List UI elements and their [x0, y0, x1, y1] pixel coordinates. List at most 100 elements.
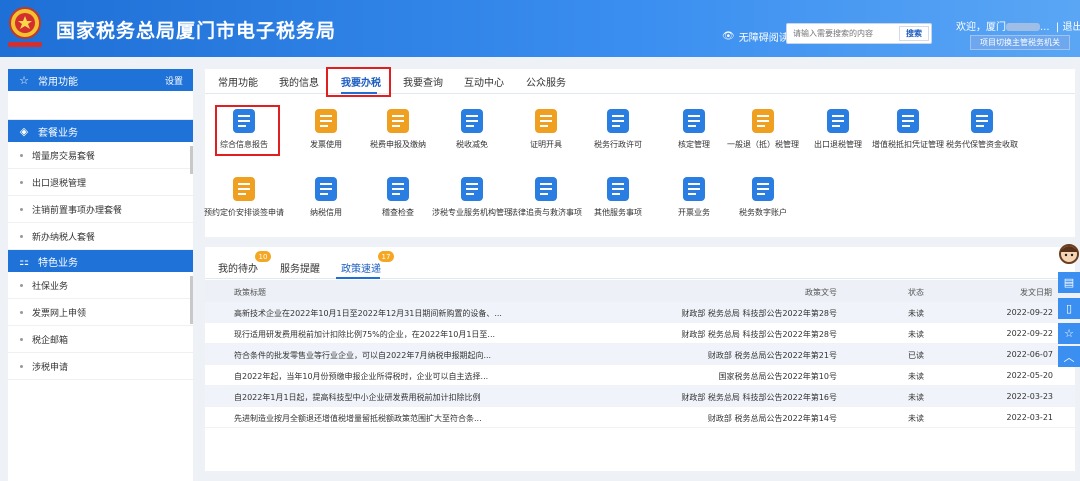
function-label: 税收减免 — [456, 140, 488, 149]
table-row[interactable]: 现行适用研发费用税前加计扣除比例75%的企业，在2022年10月1日至... 财政… — [205, 323, 1075, 344]
star-icon: ☆ — [19, 73, 29, 87]
tab-policy-express-label: 政策速递 — [341, 264, 381, 275]
function-label: 开票业务 — [678, 208, 710, 217]
document-float-icon[interactable]: ▤ — [1058, 272, 1080, 293]
table-row[interactable]: 自2022年1月1日起，提高科技型中小企业研发费用税前加计扣除比例 财政部 税务总… — [205, 386, 1075, 407]
function-label: 发票使用 — [310, 140, 342, 149]
function-label: 税务行政许可 — [594, 140, 642, 149]
tab-interaction[interactable]: 互动中心 — [464, 74, 504, 89]
function-item[interactable]: 稽查检查 — [358, 174, 438, 232]
tab-my-todo[interactable]: 我的待办 10 — [218, 251, 271, 275]
lower-tabs: 我的待办 10 服务提醒 政策速递 17 — [205, 247, 1075, 279]
agency-icon — [461, 177, 483, 201]
welcome-suffix: ... — [1040, 22, 1050, 33]
table-row[interactable]: 自2022年起，当年10月份预缴申报企业所得税时，企业可以自主选择... 国家税务… — [205, 365, 1075, 386]
col-title: 政策标题 — [234, 288, 266, 297]
sidebar-item[interactable]: 税企邮箱 — [8, 326, 193, 353]
function-item[interactable]: 其他服务事项 — [578, 174, 658, 232]
table-row[interactable]: 符合条件的批发零售业等行业企业，可以自2022年7月纳税申报期起向... 财政部 … — [205, 344, 1075, 365]
policy-date-cell: 2022-09-22 — [1006, 329, 1054, 338]
legal-icon — [535, 177, 557, 201]
common-list-empty — [8, 91, 193, 120]
function-label: 出口退税管理 — [814, 140, 862, 149]
back-to-top-icon[interactable]: ︿ — [1058, 346, 1080, 367]
credit-icon — [315, 177, 337, 201]
billing-icon — [683, 177, 705, 201]
function-item[interactable]: 出口退税管理 — [798, 106, 878, 164]
function-label: 税费申报及缴纳 — [370, 140, 426, 149]
function-item[interactable]: 税收减免 — [432, 106, 512, 164]
function-label: 其他服务事项 — [594, 208, 642, 217]
sidebar-item[interactable]: 出口退税管理 — [8, 169, 193, 196]
policy-title-cell[interactable]: 高新技术企业在2022年10月1日至2022年12月31日期间新购置的设备、..… — [234, 308, 502, 319]
sidebar-special-header[interactable]: ⚏ 特色业务 — [8, 250, 193, 272]
accessibility-link[interactable]: 👁 无障碍阅读 — [722, 29, 789, 44]
logout-link[interactable]: 退出 — [1062, 22, 1080, 33]
function-item[interactable]: 法律追责与救济事项 — [506, 174, 586, 232]
switch-tax-office-button[interactable]: 项目切换主管税务机关 — [970, 35, 1070, 50]
table-row[interactable]: 先进制造业按月全额退还增值税增量留抵税额政策范围扩大至符合条... 财政部 税务总… — [205, 407, 1075, 428]
header-bar: 国家税务总局厦门市电子税务局 👁 无障碍阅读 搜索 欢迎，厦门... | 退出 … — [0, 0, 1080, 57]
function-item[interactable]: 开票业务 — [654, 174, 734, 232]
declare-icon — [387, 109, 409, 133]
sidebar-item[interactable]: 注销前置事项办理套餐 — [8, 196, 193, 223]
function-item[interactable]: 税费申报及缴纳 — [358, 106, 438, 164]
policy-title-cell[interactable]: 自2022年起，当年10月份预缴申报企业所得税时，企业可以自主选择... — [234, 371, 488, 382]
package-scrollbar[interactable] — [190, 146, 193, 174]
policy-title-cell[interactable]: 自2022年1月1日起，提高科技型中小企业研发费用税前加计扣除比例 — [234, 392, 481, 403]
function-item[interactable]: 发票使用 — [286, 106, 366, 164]
policy-title-cell[interactable]: 现行适用研发费用税前加计扣除比例75%的企业，在2022年10月1日至... — [234, 329, 495, 340]
sidebar-common-header[interactable]: ☆ 常用功能 设置 — [8, 69, 193, 91]
function-label: 涉税专业服务机构管理 — [432, 208, 512, 217]
assistant-avatar-icon[interactable] — [1058, 242, 1080, 270]
function-label: 证明开具 — [530, 140, 562, 149]
function-item[interactable]: 核定管理 — [654, 106, 734, 164]
star-float-icon[interactable]: ☆ — [1058, 323, 1080, 344]
sidebar-special-title: 特色业务 — [38, 257, 78, 269]
site-title: 国家税务总局厦门市电子税务局 — [56, 20, 337, 42]
policy-status-cell: 未读 — [908, 309, 924, 318]
tab-query[interactable]: 我要查询 — [403, 74, 443, 89]
settings-link[interactable]: 设置 — [165, 74, 183, 87]
function-item[interactable]: 税务代保管资金收取 — [942, 106, 1022, 164]
sidebar-package-header[interactable]: ◈ 套餐业务 — [8, 120, 193, 142]
tab-my-info[interactable]: 我的信息 — [279, 74, 319, 89]
grid-icon: ⚏ — [19, 254, 29, 268]
accessibility-label: 无障碍阅读 — [738, 33, 789, 44]
sidebar-item[interactable]: 涉税申请 — [8, 353, 193, 380]
search-input[interactable] — [787, 24, 898, 43]
search-button[interactable]: 搜索 — [899, 26, 929, 41]
table-row[interactable]: 高新技术企业在2022年10月1日至2022年12月31日期间新购置的设备、..… — [205, 302, 1075, 323]
sidebar-item[interactable]: 发票网上申领 — [8, 299, 193, 326]
policy-title-cell[interactable]: 先进制造业按月全额退还增值税增量留抵税额政策范围扩大至符合条... — [234, 413, 482, 424]
tab-service-reminder[interactable]: 服务提醒 — [280, 260, 320, 275]
function-item[interactable]: 证明开具 — [506, 106, 586, 164]
function-item[interactable]: 税务行政许可 — [578, 106, 658, 164]
policy-doc-cell: 财政部 税务总局 科技部公告2022年第16号 — [681, 393, 837, 402]
col-status: 状态 — [908, 288, 924, 297]
function-item[interactable]: 增值税抵扣凭证管理 — [868, 106, 948, 164]
function-item[interactable]: 纳税信用 — [286, 174, 366, 232]
sidebar-item[interactable]: 增量房交易套餐 — [8, 142, 193, 169]
tab-common[interactable]: 常用功能 — [218, 74, 258, 89]
tab-public-service[interactable]: 公众服务 — [526, 74, 566, 89]
function-item[interactable]: 一般退（抵）税管理 — [723, 106, 803, 164]
function-label: 稽查检查 — [382, 208, 414, 217]
book-float-icon[interactable]: ▯ — [1058, 298, 1080, 319]
info-panel: 我的待办 10 服务提醒 政策速递 17 政策标题 政策文号 状态 发文日期 高新技… — [205, 247, 1075, 471]
policy-title-cell[interactable]: 符合条件的批发零售业等行业企业，可以自2022年7月纳税申报期起向... — [234, 350, 491, 361]
sidebar-item[interactable]: 新办纳税人套餐 — [8, 223, 193, 250]
sidebar-item[interactable]: 社保业务 — [8, 272, 193, 299]
welcome-text: 欢迎，厦门... | 退出 — [956, 18, 1080, 33]
search-box: 搜索 — [786, 23, 932, 44]
function-item[interactable]: 预约定价安排谈签申请 — [204, 174, 284, 232]
function-item[interactable]: 税务数字账户 — [723, 174, 803, 232]
special-scrollbar[interactable] — [190, 276, 193, 324]
relief-icon — [461, 109, 483, 133]
tab-policy-express[interactable]: 政策速递 17 — [341, 251, 394, 275]
deduct-icon — [897, 109, 919, 133]
pricing-icon — [233, 177, 255, 201]
policy-doc-cell: 财政部 税务总局 科技部公告2022年第28号 — [681, 330, 837, 339]
function-label: 一般退（抵）税管理 — [727, 140, 799, 149]
function-item[interactable]: 涉税专业服务机构管理 — [432, 174, 512, 232]
